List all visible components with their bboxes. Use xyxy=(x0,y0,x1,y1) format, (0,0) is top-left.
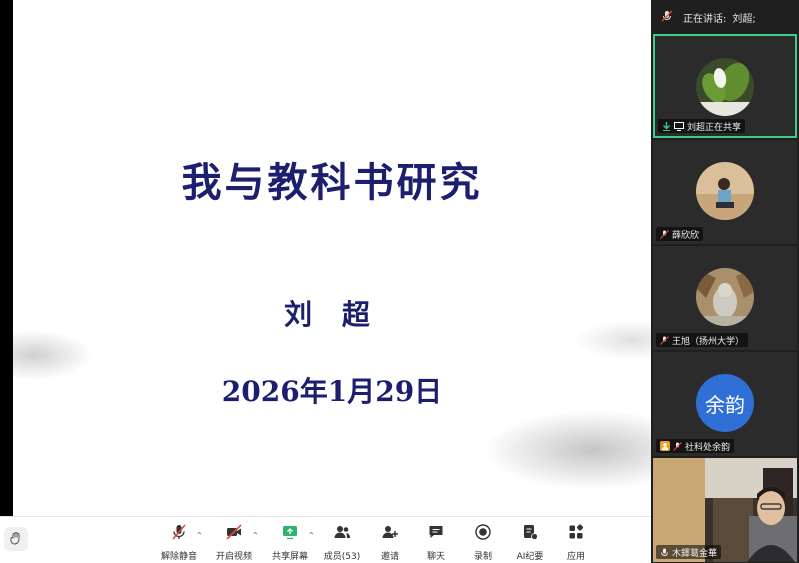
unmute-label: 解除静音 xyxy=(160,552,197,562)
participant-name-tag: 薛欣欣 xyxy=(656,227,704,241)
text-avatar: 余韵 xyxy=(696,374,754,432)
participant-name: 王旭（扬州大学） xyxy=(672,336,745,347)
share-screen-button[interactable]: 共享屏幕 xyxy=(265,523,315,562)
shared-slide: 我与教科书研究 刘 超 2026年1月29日 xyxy=(13,0,651,516)
participant-name-tag: 社科处余韵 xyxy=(656,439,735,453)
add-user-icon xyxy=(381,523,399,545)
participant-name-tag: 王旭（扬州大学） xyxy=(656,333,749,347)
microphone-muted-icon xyxy=(170,523,188,545)
participant-name-tag: 刘超正在共享 xyxy=(658,119,746,133)
participant-name: 社科处余韵 xyxy=(685,442,731,453)
microphone-muted-icon xyxy=(661,10,673,25)
record-icon xyxy=(474,523,492,545)
microphone-icon xyxy=(660,548,669,557)
ai-notes-icon xyxy=(521,523,539,545)
participant-tile-liuchao[interactable]: 刘超正在共享 xyxy=(653,34,797,138)
speaking-indicator: 正在讲话: 刘超; xyxy=(651,0,799,34)
members-label: 成员(53) xyxy=(323,552,361,562)
speaking-name: 刘超; xyxy=(732,13,756,25)
share-options-caret[interactable]: ⌃ xyxy=(308,531,315,540)
members-icon xyxy=(333,523,351,545)
screen-share-icon xyxy=(674,121,684,131)
chat-label: 聊天 xyxy=(426,552,445,562)
participant-tile-xuexinxin[interactable]: 薛欣欣 xyxy=(653,140,797,244)
microphone-muted-icon xyxy=(660,229,669,239)
chat-icon xyxy=(427,523,445,545)
apps-button[interactable]: 应用 xyxy=(551,523,601,562)
participant-name-tag: 木鐸葛金華 xyxy=(656,545,722,559)
slide-date: 2026年1月29日 xyxy=(221,375,443,408)
unmute-button[interactable]: 解除静音 xyxy=(154,523,204,562)
raise-hand-button[interactable] xyxy=(4,527,28,551)
person-photo-avatar xyxy=(696,162,754,220)
participant-tile-yuyun[interactable]: 余韵 社科处余韵 xyxy=(653,352,797,456)
ink-wash-right xyxy=(483,410,651,490)
record-label: 录制 xyxy=(473,552,492,562)
participant-name: 薛欣欣 xyxy=(672,230,700,241)
participant-name: 刘超正在共享 xyxy=(687,122,742,133)
record-button[interactable]: 录制 xyxy=(458,523,508,562)
unmute-options-caret[interactable]: ⌃ xyxy=(196,531,203,540)
start-video-label: 开启视频 xyxy=(215,552,252,562)
speaking-label: 正在讲话: xyxy=(683,13,727,25)
slide-title: 我与教科书研究 xyxy=(181,159,483,206)
chat-button[interactable]: 聊天 xyxy=(411,523,461,562)
user-badge-icon xyxy=(660,441,670,451)
share-screen-icon xyxy=(281,523,299,545)
hand-icon xyxy=(9,530,23,549)
camera-off-icon xyxy=(225,523,243,545)
apps-grid-icon xyxy=(567,523,585,545)
microphone-muted-icon xyxy=(660,335,669,345)
video-options-caret[interactable]: ⌃ xyxy=(252,531,259,540)
participant-video-feed[interactable]: 木鐸葛金華 xyxy=(653,458,797,562)
apps-label: 应用 xyxy=(566,552,585,562)
share-screen-label: 共享屏幕 xyxy=(271,552,308,562)
members-button[interactable]: 成员(53) xyxy=(317,523,367,562)
ai-minutes-label: AI纪要 xyxy=(516,552,544,562)
start-video-button[interactable]: 开启视频 xyxy=(209,523,259,562)
invite-button[interactable]: 邀请 xyxy=(365,523,415,562)
slide-author: 刘 超 xyxy=(284,298,380,331)
meeting-toolbar: 解除静音 ⌃ 开启视频 ⌃ 共享屏幕 ⌃ 成员(53) 邀请 聊天 录制 AI纪… xyxy=(0,516,651,563)
statue-photo-avatar xyxy=(696,268,754,326)
invite-label: 邀请 xyxy=(380,552,399,562)
left-edge-strip xyxy=(0,0,13,516)
participant-name: 木鐸葛金華 xyxy=(672,548,718,559)
plant-photo-avatar xyxy=(696,58,754,116)
download-arrow-icon xyxy=(662,121,671,131)
ai-minutes-button[interactable]: AI纪要 xyxy=(505,523,555,562)
participants-panel: 正在讲话: 刘超; 刘超正在共享 薛欣欣 王旭（扬州大学） 余韵 社科处余韵 木… xyxy=(651,0,799,562)
microphone-muted-icon xyxy=(673,441,682,451)
participant-tile-wangxu[interactable]: 王旭（扬州大学） xyxy=(653,246,797,350)
